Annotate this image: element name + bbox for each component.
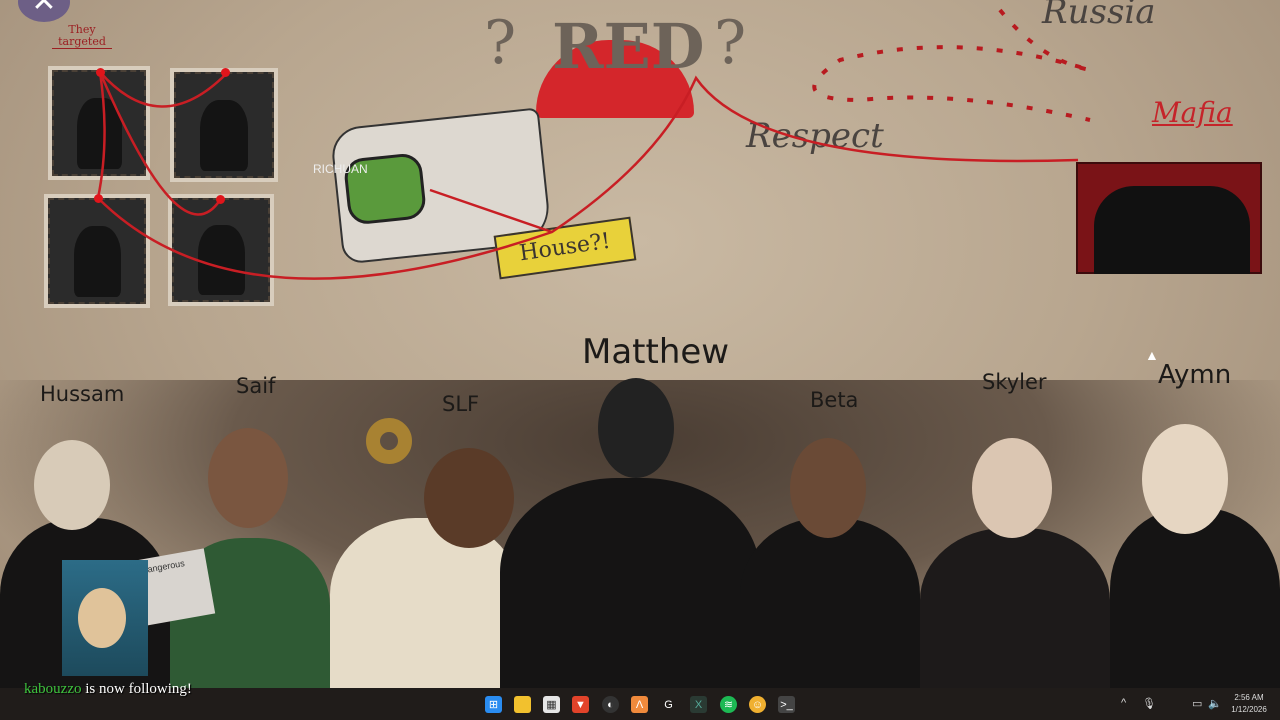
character-name-matthew: Matthew — [582, 332, 730, 372]
character-skyler — [920, 528, 1110, 688]
tray-chevron[interactable]: ^ — [1121, 697, 1126, 709]
excel-icon[interactable]: X — [690, 696, 707, 713]
character-name-skyler: Skyler — [982, 370, 1047, 394]
discord-icon[interactable]: ☺ — [749, 696, 766, 713]
clock-time: 2:56 AM — [1234, 693, 1264, 702]
character-name-saif: Saif — [236, 374, 276, 398]
character-name-hussam: Hussam — [40, 382, 125, 406]
desktop-wallpaper: ✕ They targeted ? RED ? Russia Respect M… — [0, 0, 1280, 688]
volume-icon[interactable]: 🔈 — [1208, 697, 1222, 710]
file-explorer-icon[interactable] — [514, 696, 531, 713]
follower-name: kabouzzo — [24, 681, 82, 697]
follow-alert: kabouzzo is now following! — [24, 680, 192, 698]
character-matthew — [500, 478, 760, 688]
obs-icon[interactable]: ◐ — [602, 696, 619, 713]
microsoft-store-icon[interactable]: ▦ — [543, 696, 560, 713]
network-icon[interactable]: ▭ — [1192, 697, 1202, 710]
spotify-icon[interactable]: ≋ — [720, 696, 737, 713]
character-name-slf: SLF — [442, 392, 480, 416]
character-slf — [330, 518, 520, 688]
follow-text: is now following! — [85, 681, 192, 697]
donut-icon — [366, 418, 412, 464]
clock-date: 1/12/2026 — [1231, 705, 1267, 714]
pin — [94, 194, 103, 203]
g-app-icon[interactable]: G — [660, 696, 677, 713]
app-icon[interactable]: Λ — [631, 696, 648, 713]
microphone-icon[interactable]: 🎙 — [1142, 697, 1156, 710]
brave-browser-icon[interactable]: ▼ — [572, 696, 589, 713]
pin — [221, 68, 230, 77]
character-name-beta: Beta — [810, 388, 859, 412]
duck-webcam-overlay — [62, 560, 148, 676]
dangerous-sign-text: dangerous — [141, 558, 186, 576]
clock[interactable]: 2:56 AM 1/12/2026 — [1226, 692, 1272, 716]
character-aymn — [1110, 508, 1280, 688]
pin — [216, 195, 225, 204]
pin — [96, 68, 105, 77]
mouse-cursor-icon: ▲ — [1145, 347, 1159, 363]
terminal-icon[interactable]: >_ — [778, 696, 795, 713]
windows-start-icon[interactable]: ⊞ — [485, 696, 502, 713]
character-beta — [740, 518, 920, 688]
character-name-aymn: Aymn — [1158, 360, 1232, 390]
